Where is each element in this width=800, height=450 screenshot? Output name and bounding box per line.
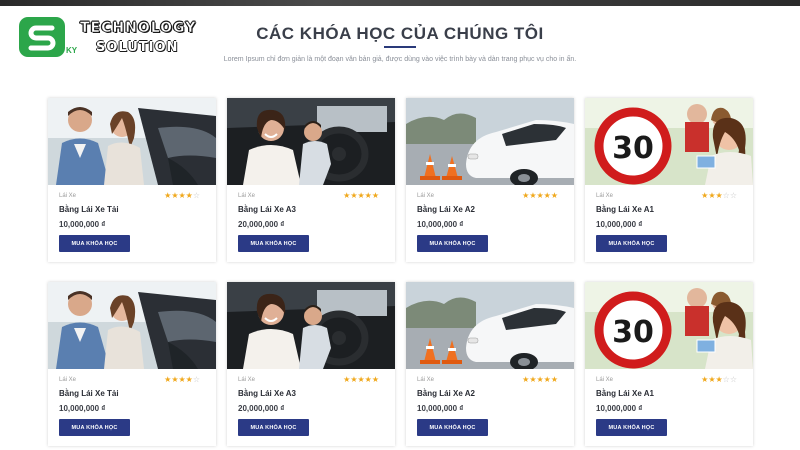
star-icon: ★: [371, 375, 379, 384]
star-icon: ★: [185, 375, 193, 384]
star-icon: ★: [357, 375, 365, 384]
course-image-man-woman-car[interactable]: [48, 282, 216, 369]
star-icon: ☆: [722, 375, 730, 384]
course-grid: Lái Xe ★★★★☆ Bằng Lái Xe Tải 10,000,000 ₫ MU…: [48, 98, 753, 446]
course-card[interactable]: Lái Xe ★★★★☆ Bằng Lái Xe Tải 10,000,000 ₫ MU…: [48, 98, 216, 262]
course-price: 10,000,000 ₫: [59, 220, 106, 229]
rating-stars: ★★★★☆: [164, 191, 200, 200]
buy-course-button[interactable]: MUA KHÓA HỌC: [417, 419, 488, 436]
course-category: Lái Xe: [596, 193, 614, 199]
course-name[interactable]: Bằng Lái Xe A2: [417, 205, 475, 214]
course-image-speed-sign-people[interactable]: 30: [585, 282, 753, 369]
course-price: 20,000,000 ₫: [238, 220, 285, 229]
star-icon: ☆: [192, 191, 200, 200]
buy-course-button[interactable]: MUA KHÓA HỌC: [417, 235, 488, 252]
course-name[interactable]: Bằng Lái Xe Tải: [59, 389, 119, 398]
buy-course-button[interactable]: MUA KHÓA HỌC: [238, 235, 309, 252]
star-icon: ☆: [722, 191, 730, 200]
course-image-man-woman-car[interactable]: [48, 98, 216, 185]
star-icon: ★: [364, 375, 372, 384]
course-price: 10,000,000 ₫: [596, 220, 643, 229]
course-name[interactable]: Bằng Lái Xe Tải: [59, 205, 119, 214]
course-image-speed-sign-people[interactable]: 30: [585, 98, 753, 185]
course-name[interactable]: Bằng Lái Xe A1: [596, 389, 654, 398]
course-image-white-car-cones[interactable]: [406, 282, 574, 369]
course-price: 10,000,000 ₫: [59, 404, 106, 413]
star-icon: ★: [715, 191, 723, 200]
course-price: 10,000,000 ₫: [596, 404, 643, 413]
course-image-woman-steering-wheel[interactable]: [227, 98, 395, 185]
svg-text:30: 30: [612, 315, 654, 350]
course-name[interactable]: Bằng Lái Xe A2: [417, 389, 475, 398]
rating-stars: ★★★★★: [522, 375, 558, 384]
course-category: Lái Xe: [59, 377, 77, 383]
star-icon: ☆: [729, 191, 737, 200]
star-icon: ★: [715, 375, 723, 384]
course-category: Lái Xe: [238, 377, 256, 383]
section-title: CÁC KHÓA HỌC CỦA CHÚNG TÔI: [256, 24, 544, 43]
rating-stars: ★★★☆☆: [701, 375, 737, 384]
top-band: [0, 0, 800, 6]
star-icon: ☆: [192, 375, 200, 384]
buy-course-button[interactable]: MUA KHÓA HỌC: [59, 235, 130, 252]
course-card[interactable]: Lái Xe ★★★★★ Bằng Lái Xe A2 10,000,000 ₫ MUA…: [406, 98, 574, 262]
buy-course-button[interactable]: MUA KHÓA HỌC: [238, 419, 309, 436]
course-price: 20,000,000 ₫: [238, 404, 285, 413]
course-card[interactable]: 30 Lái Xe ★★★☆☆ Bằng Lái Xe A1 10,000,000 ₫…: [585, 98, 753, 262]
star-icon: ★: [550, 375, 558, 384]
star-icon: ☆: [729, 375, 737, 384]
course-category: Lái Xe: [59, 193, 77, 199]
course-category: Lái Xe: [417, 193, 435, 199]
rating-stars: ★★★★★: [343, 375, 379, 384]
rating-stars: ★★★★☆: [164, 375, 200, 384]
star-icon: ★: [357, 191, 365, 200]
buy-course-button[interactable]: MUA KHÓA HỌC: [596, 419, 667, 436]
title-underline: [384, 46, 416, 48]
star-icon: ★: [550, 191, 558, 200]
logo-ky-text: KY: [66, 46, 78, 55]
course-card[interactable]: Lái Xe ★★★★★ Bằng Lái Xe A3 20,000,000 ₫ MUA…: [227, 282, 395, 446]
star-icon: ★: [364, 191, 372, 200]
rating-stars: ★★★★★: [522, 191, 558, 200]
course-card[interactable]: Lái Xe ★★★★☆ Bằng Lái Xe Tải 10,000,000 ₫ MU…: [48, 282, 216, 446]
course-image-woman-steering-wheel[interactable]: [227, 282, 395, 369]
course-name[interactable]: Bằng Lái Xe A1: [596, 205, 654, 214]
star-icon: ★: [543, 191, 551, 200]
course-name[interactable]: Bằng Lái Xe A3: [238, 205, 296, 214]
course-image-white-car-cones[interactable]: [406, 98, 574, 185]
rating-stars: ★★★☆☆: [701, 191, 737, 200]
course-card[interactable]: Lái Xe ★★★★★ Bằng Lái Xe A2 10,000,000 ₫ MUA…: [406, 282, 574, 446]
star-icon: ★: [178, 375, 186, 384]
star-icon: ★: [536, 191, 544, 200]
rating-stars: ★★★★★: [343, 191, 379, 200]
svg-text:30: 30: [612, 131, 654, 166]
star-icon: ★: [543, 375, 551, 384]
course-price: 10,000,000 ₫: [417, 404, 464, 413]
course-card[interactable]: Lái Xe ★★★★★ Bằng Lái Xe A3 20,000,000 ₫ MUA…: [227, 98, 395, 262]
star-icon: ★: [185, 191, 193, 200]
course-price: 10,000,000 ₫: [417, 220, 464, 229]
course-category: Lái Xe: [238, 193, 256, 199]
course-card[interactable]: 30 Lái Xe ★★★☆☆ Bằng Lái Xe A1 10,000,000 ₫…: [585, 282, 753, 446]
star-icon: ★: [178, 191, 186, 200]
course-category: Lái Xe: [417, 377, 435, 383]
buy-course-button[interactable]: MUA KHÓA HỌC: [596, 235, 667, 252]
star-icon: ★: [536, 375, 544, 384]
course-name[interactable]: Bằng Lái Xe A3: [238, 389, 296, 398]
section-subtitle: Lorem Ipsum chỉ đơn giản là một đoạn văn…: [223, 56, 577, 63]
course-category: Lái Xe: [596, 377, 614, 383]
buy-course-button[interactable]: MUA KHÓA HỌC: [59, 419, 130, 436]
star-icon: ★: [371, 191, 379, 200]
